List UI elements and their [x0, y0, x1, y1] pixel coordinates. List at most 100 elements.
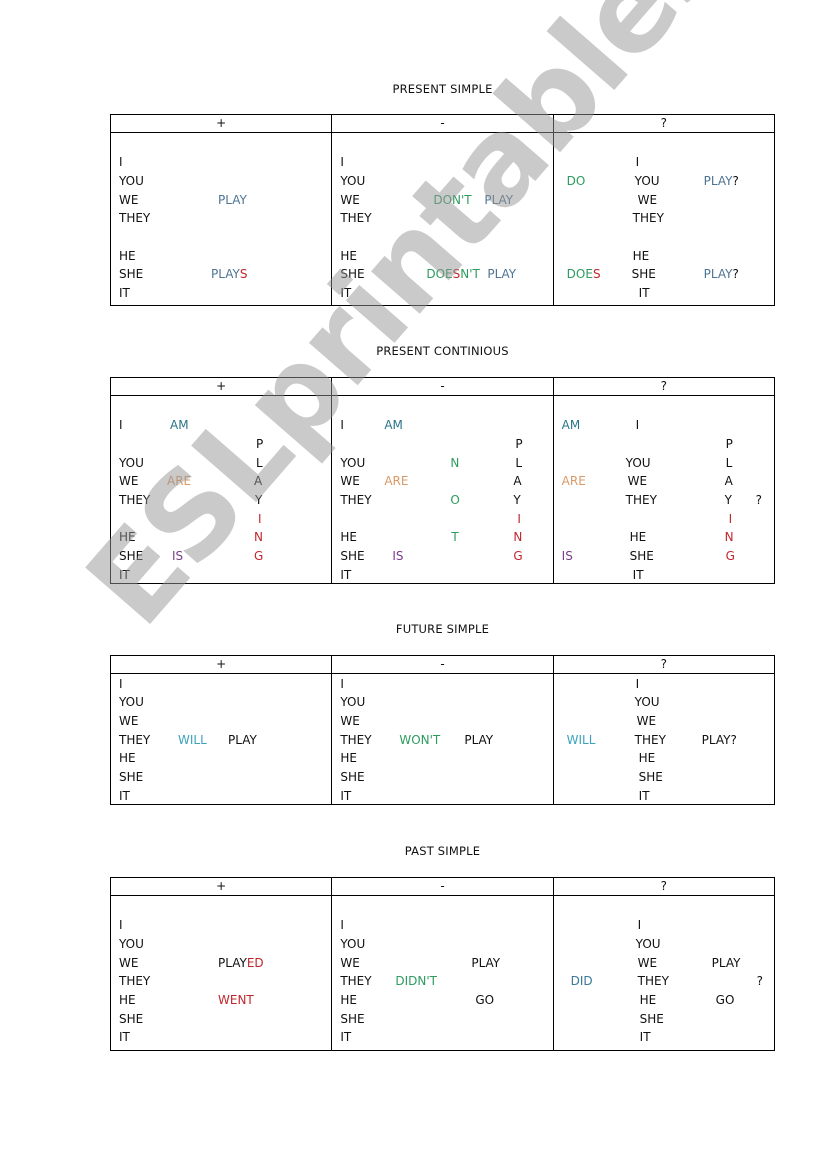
pronoun: SHE — [340, 1012, 365, 1026]
verb-letter: A — [724, 474, 733, 488]
pronoun: SHE — [631, 267, 656, 281]
header-question: ? — [552, 114, 776, 133]
cell-question: I YOU WE THEY HE SHE IT WILL PLAY? — [552, 673, 776, 805]
pronoun: I — [340, 418, 344, 432]
aux-didnt: DIDN'T — [395, 974, 437, 988]
pronoun: IT — [638, 789, 650, 803]
pronoun: THEY — [637, 974, 669, 988]
aux-are: ARE — [384, 474, 409, 488]
pronoun: HE — [639, 993, 657, 1007]
verb-letter: L — [515, 456, 523, 470]
pronoun: I — [340, 155, 344, 169]
pronoun: THEY — [119, 974, 151, 988]
pronoun: I — [340, 918, 344, 932]
pronoun: IT — [340, 568, 352, 582]
pronoun: HE — [340, 249, 357, 263]
verb-letter: G — [254, 549, 264, 563]
aux-stem: DOE — [566, 267, 593, 281]
verb-letter: I — [517, 512, 521, 526]
pronoun: THEY — [340, 974, 372, 988]
pronoun: I — [635, 677, 640, 691]
pronoun: WE — [636, 714, 657, 728]
pronoun: SHE — [638, 770, 663, 784]
verb: PLAY — [703, 267, 733, 281]
pronoun: WE — [637, 193, 658, 207]
pronoun: WE — [119, 193, 139, 207]
pronoun: I — [635, 155, 640, 169]
table-past-simple: + - ? I YOU WE THEY HE SHE IT PLAYED WEN… — [109, 877, 776, 1051]
pronoun: YOU — [340, 937, 366, 951]
pronoun: I — [637, 918, 642, 932]
section-title-future-simple: FUTURE SIMPLE — [395, 622, 490, 636]
pronoun: HE — [340, 993, 357, 1007]
pronoun: I — [635, 418, 640, 432]
pronoun: YOU — [625, 456, 651, 470]
pronoun: YOU — [340, 456, 366, 470]
pronoun: SHE — [119, 1012, 144, 1026]
aux-am: AM — [170, 418, 189, 432]
pronoun: IT — [119, 568, 130, 582]
pronoun: HE — [340, 530, 357, 544]
verb-stem: PLAY — [211, 267, 240, 281]
verb-went: WENT — [218, 993, 254, 1007]
verb: PLAY — [703, 174, 733, 188]
verb-letter: N — [254, 530, 263, 544]
cell-negative: I YOU WE THEY HE SHE IT DON'T PLAY DOESN… — [331, 132, 554, 306]
pronoun: I — [340, 677, 344, 691]
verb-play: PLAY — [484, 193, 514, 207]
pronoun: THEY — [625, 493, 657, 507]
pronoun: WE — [119, 474, 139, 488]
verb-letter: Y — [255, 493, 263, 507]
verb-play: PLAY — [228, 733, 257, 747]
verb-ending: S — [239, 267, 248, 281]
question-mark: ? — [732, 174, 739, 188]
pronoun: THEY — [119, 211, 151, 225]
aux-will: WILL — [566, 733, 596, 747]
aux-is: IS — [561, 549, 573, 563]
pronoun: I — [119, 418, 123, 432]
pronoun: SHE — [119, 770, 144, 784]
verb-letter: P — [725, 437, 733, 451]
header-question: ? — [552, 877, 776, 896]
verb-letter: P — [515, 437, 523, 451]
pronoun: I — [119, 677, 123, 691]
header-negative: - — [331, 114, 554, 133]
pronoun: SHE — [119, 267, 144, 281]
not-letter: O — [450, 493, 460, 507]
pronoun: WE — [119, 956, 139, 970]
pronoun: YOU — [634, 695, 660, 709]
pronoun: HE — [340, 751, 357, 765]
pronoun: I — [119, 918, 123, 932]
header-negative: - — [331, 877, 554, 896]
verb-play: PLAY — [218, 193, 247, 207]
header-negative: - — [331, 655, 554, 674]
section-title-present-continuous: PRESENT CONTINIOUS — [376, 344, 509, 358]
pronoun: IT — [340, 1030, 352, 1044]
pronoun: YOU — [119, 174, 144, 188]
pronoun: IT — [119, 789, 130, 803]
verb-letter: Y — [513, 493, 521, 507]
aux-did: DID — [570, 974, 593, 988]
cell-positive: I YOU WE THEY HE SHE IT PLAYED WENT — [109, 895, 333, 1051]
header-question: ? — [552, 655, 776, 674]
pronoun: I — [119, 155, 123, 169]
verb-letter: L — [256, 456, 263, 470]
header-negative: - — [331, 377, 554, 396]
pronoun: IT — [340, 286, 352, 300]
pronoun: WE — [340, 714, 360, 728]
verb-letter: Y — [724, 493, 732, 507]
verb-letter: L — [725, 456, 733, 470]
pronoun: THEY — [119, 733, 151, 747]
header-positive: + — [109, 114, 333, 133]
aux-are: ARE — [167, 474, 192, 488]
cell-positive: I YOU WE THEY HE SHE IT PLAY PLAYS — [109, 132, 333, 306]
pronoun: SHE — [340, 267, 365, 281]
verb-letter: G — [725, 549, 735, 563]
verb-play: PLAY — [487, 267, 517, 281]
cell-negative: I YOU WE THEY HE SHE IT DIDN'T PLAY GO — [331, 895, 554, 1051]
pronoun: IT — [119, 286, 130, 300]
aux-part: DOE — [426, 267, 453, 281]
pronoun: HE — [638, 751, 656, 765]
verb-plays: PLAYS — [211, 267, 247, 281]
section-title-present-simple: PRESENT SIMPLE — [392, 82, 493, 96]
